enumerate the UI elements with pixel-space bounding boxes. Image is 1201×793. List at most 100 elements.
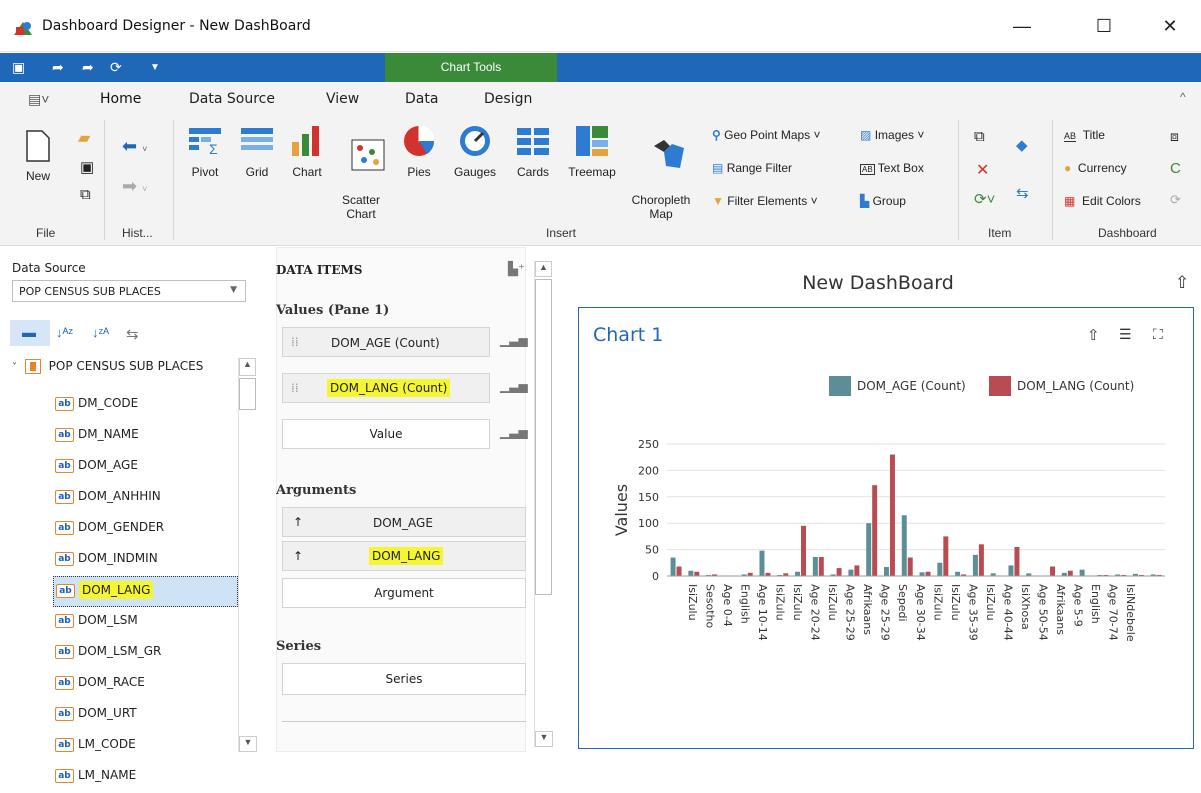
edit-colors-button[interactable]: ▦ Edit Colors [1064, 194, 1141, 208]
scroll-up-icon[interactable]: ▲ [239, 358, 256, 376]
value-item-dom-age[interactable]: ⁞⁞ DOM_AGE (Count) [282, 327, 490, 357]
maximize-icon[interactable]: ⛶ [1153, 326, 1163, 343]
series-type-icon[interactable]: ▁▃▅ [500, 333, 528, 347]
treemap-button[interactable]: Treemap [564, 124, 620, 179]
update-icon[interactable]: ⟳ [1170, 192, 1181, 208]
field-item[interactable]: ab DOM_URT [53, 700, 238, 731]
data-source-dropdown[interactable]: POP CENSUS SUB PLACES ▼ [12, 280, 246, 302]
duplicate-icon[interactable]: ⧉ [974, 128, 985, 145]
filter-list-icon[interactable]: ☰ [1119, 326, 1132, 343]
tree-scrollbar[interactable]: ▲ ▼ [238, 358, 257, 752]
scroll-down-icon[interactable]: ▼ [535, 731, 553, 747]
field-label: DOM_RACE [78, 675, 145, 689]
new-button[interactable]: New [18, 130, 58, 183]
string-field-icon: ab [55, 675, 74, 690]
save-as-icon[interactable]: ⧉ [80, 186, 91, 203]
pivot-button[interactable]: Σ Pivot [182, 124, 228, 179]
scroll-thumb[interactable] [535, 279, 552, 595]
images-button[interactable]: ▨ Images ˅ [860, 128, 924, 142]
series-type-icon[interactable]: ▁▃▅ [500, 425, 528, 439]
field-item[interactable]: ab DOM_LANG [53, 576, 238, 607]
minimize-button[interactable]: — [1002, 12, 1042, 40]
delete-icon[interactable]: ✕ [976, 160, 989, 180]
tree-root[interactable]: ˅ POP CENSUS SUB PLACES [12, 359, 262, 374]
cards-button[interactable]: Cards [510, 124, 556, 179]
field-item[interactable]: ab DOM_LSM [53, 607, 238, 638]
bar [1014, 546, 1020, 576]
field-item[interactable]: ab DOM_INDMIN [53, 545, 238, 576]
chart-button[interactable]: Chart [284, 124, 330, 179]
series-type-icon[interactable]: ▁▃▅ [500, 379, 528, 393]
field-label: LM_CODE [78, 737, 136, 751]
save-icon[interactable]: ▣ [80, 158, 94, 176]
automatic-updates-icon[interactable]: C [1170, 160, 1181, 177]
value-drop-target[interactable]: Value [282, 419, 490, 449]
argument-placeholder-label: Argument [374, 586, 434, 600]
clear-icon[interactable]: ◆ [1016, 136, 1028, 154]
undo-icon[interactable]: ⬅ ˅ [122, 136, 147, 157]
field-item[interactable]: ab DM_NAME [53, 421, 238, 452]
value-item-dom-lang[interactable]: ⁞⁞ DOM_LANG (Count) [282, 373, 490, 403]
sort-descending-icon[interactable]: ↓ᶻᴬ [92, 325, 109, 340]
grid-button[interactable]: Grid [234, 124, 280, 179]
convert-icon[interactable]: ⟳˅ [974, 190, 995, 208]
geo-point-maps-button[interactable]: ⚲ Geo Point Maps ˅ [712, 128, 821, 142]
argument-drop-target[interactable]: Argument [282, 578, 526, 608]
customize-qat-icon[interactable]: ▼ [150, 53, 160, 82]
title-button[interactable]: AB Title [1064, 128, 1105, 142]
scroll-up-icon[interactable]: ▲ [535, 261, 552, 277]
field-item[interactable]: ab DOM_RACE [53, 669, 238, 700]
field-item[interactable]: ab DOM_ANHHIN [53, 483, 238, 514]
field-item[interactable]: ab LM_NAME [53, 762, 238, 793]
backstage-icon[interactable]: ▤˅ [28, 91, 49, 108]
maximize-button[interactable]: ☐ [1084, 12, 1124, 40]
open-icon[interactable]: ▰ [78, 128, 90, 148]
field-item[interactable]: ab DOM_AGE [53, 452, 238, 483]
group-button[interactable]: ▙ Group [860, 194, 906, 208]
redo-icon[interactable]: ➦ [82, 53, 94, 82]
refresh-fields-icon[interactable]: ⇆ [126, 325, 139, 343]
field-item[interactable]: ab DOM_LSM_GR [53, 638, 238, 669]
refresh-icon[interactable]: ⟳ [110, 53, 122, 82]
scroll-thumb[interactable] [239, 378, 256, 410]
export-icon[interactable]: ⇧ [1087, 326, 1100, 344]
save-icon[interactable]: ▣ [12, 53, 25, 82]
title-bar: Dashboard Designer - New DashBoard — ☐ ✕ [0, 0, 1201, 52]
group-by-type-button[interactable]: ▬ [10, 320, 50, 346]
undo-icon[interactable]: ➦ [52, 53, 64, 82]
field-item[interactable]: ab DM_CODE [53, 390, 238, 421]
tab-home[interactable]: Home [100, 91, 142, 116]
redo-icon[interactable]: ➡ ˅ [122, 176, 147, 197]
range-filter-button[interactable]: ▤ Range Filter [712, 161, 792, 175]
filter-elements-button[interactable]: ▼ Filter Elements ˅ [712, 194, 818, 208]
collapse-ribbon-icon[interactable]: ^ [1180, 90, 1186, 104]
scroll-down-icon[interactable]: ▼ [239, 736, 257, 752]
field-item[interactable]: ab LM_CODE [53, 731, 238, 762]
swap-icon[interactable]: ⇆ [1016, 184, 1029, 202]
choropleth-map-button[interactable]: Choropleth Map [628, 124, 694, 249]
series-drop-target[interactable]: Series [282, 663, 526, 695]
data-items-scrollbar[interactable]: ▲ ▼ [534, 261, 553, 747]
tab-view[interactable]: View [326, 91, 359, 107]
export-icon[interactable]: ⇧ [1175, 273, 1189, 293]
field-item[interactable]: ab DOM_GENDER [53, 514, 238, 545]
tab-data-source[interactable]: Data Source [189, 91, 275, 107]
text-box-button[interactable]: AB Text Box [860, 161, 924, 175]
gauges-button[interactable]: Gauges [452, 124, 498, 179]
pies-button[interactable]: Pies [396, 124, 442, 179]
argument-item-dom-lang[interactable]: ↑ DOM_LANG [282, 541, 526, 571]
new-document-icon [26, 130, 50, 162]
add-pane-icon[interactable]: ▙⁺ [508, 261, 525, 277]
tab-data[interactable]: Data [405, 91, 438, 107]
string-field-icon: ab [55, 706, 74, 721]
tab-design[interactable]: Design [484, 91, 532, 107]
argument-item-dom-age[interactable]: ↑ DOM_AGE [282, 507, 526, 537]
close-button[interactable]: ✕ [1150, 12, 1190, 40]
chart-item[interactable]: Chart 1 ⇧ ☰ ⛶ DOM_AGE (Count) DOM_LANG (C… [578, 307, 1194, 749]
parameters-icon[interactable]: ⧈ [1170, 128, 1179, 145]
scatter-chart-button[interactable]: Scatter Chart [336, 124, 386, 249]
sort-ascending-icon[interactable]: ↓ᴬᶻ [56, 325, 73, 340]
bar [801, 525, 807, 576]
bar [907, 557, 913, 576]
currency-button[interactable]: ● Currency [1064, 161, 1127, 175]
